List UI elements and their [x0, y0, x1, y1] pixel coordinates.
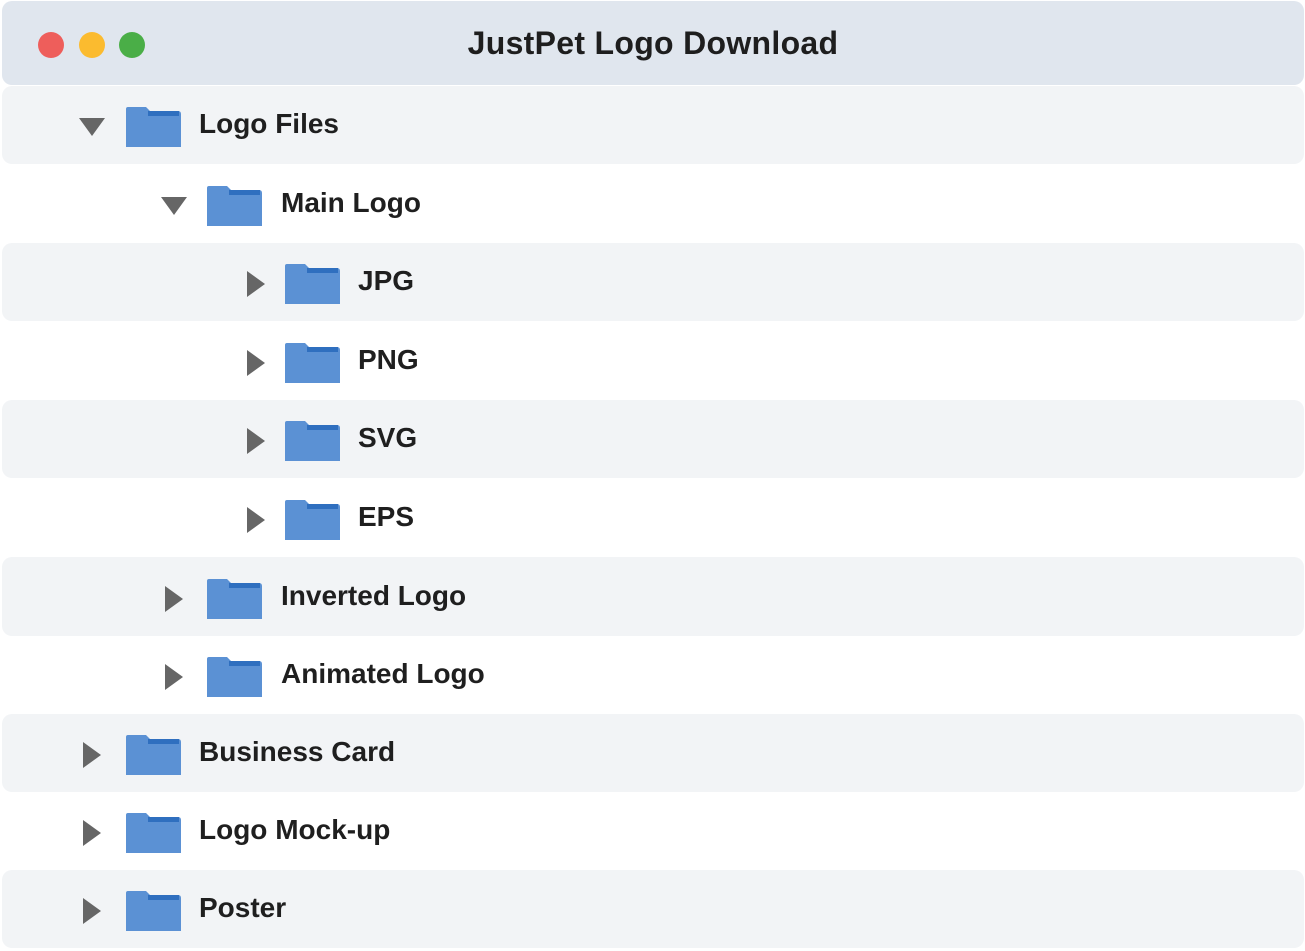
tree-item-label: Main Logo: [281, 186, 421, 218]
chevron-right-icon[interactable]: [83, 742, 101, 768]
tree-row[interactable]: [2, 636, 1304, 714]
tree-item-label: Business Card: [199, 736, 396, 767]
folder-icon: [207, 185, 262, 226]
tree-row[interactable]: [2, 321, 1304, 400]
tree-row[interactable]: [2, 714, 1304, 792]
chevron-right-icon[interactable]: [83, 898, 101, 924]
window-title: JustPet Logo Download: [467, 25, 839, 61]
folder-icon: [285, 264, 340, 304]
folder-icon: [126, 813, 181, 853]
chevron-right-icon[interactable]: [247, 349, 265, 376]
chevron-right-icon[interactable]: [165, 585, 183, 612]
tree-row[interactable]: [2, 557, 1304, 636]
tree-row[interactable]: [2, 86, 1304, 164]
tree-item-label: Animated Logo: [281, 658, 485, 689]
tree-item-label: JPG: [358, 265, 415, 296]
chevron-down-icon[interactable]: [161, 196, 187, 215]
tree-row[interactable]: [2, 243, 1304, 321]
chevron-down-icon[interactable]: [79, 118, 105, 136]
folder-icon: [207, 578, 262, 619]
file-browser-window: JustPet Logo Download Logo Files Main Log…: [0, 0, 1305, 951]
chevron-right-icon[interactable]: [247, 506, 265, 533]
folder-icon: [285, 342, 340, 383]
tree-item-label: Inverted Logo: [281, 579, 467, 611]
tree-row[interactable]: [2, 792, 1304, 870]
folder-icon: [285, 499, 340, 540]
chevron-right-icon[interactable]: [165, 664, 183, 690]
folder-icon: [126, 891, 181, 931]
folder-icon: [207, 657, 262, 697]
title-bar: JustPet Logo Download: [2, 1, 1304, 85]
tree-row[interactable]: [2, 400, 1304, 478]
chevron-right-icon[interactable]: [247, 271, 265, 297]
tree-item-label: EPS: [358, 500, 415, 532]
folder-icon: [126, 107, 181, 147]
chevron-right-icon[interactable]: [247, 428, 265, 454]
tree-item-label: SVG: [358, 422, 418, 453]
tree-row[interactable]: [2, 870, 1304, 948]
tree-row[interactable]: [2, 478, 1304, 557]
tree-row[interactable]: [2, 164, 1304, 243]
tree-item-label: Logo Files: [199, 108, 339, 139]
folder-icon: [285, 421, 340, 461]
tree-item-label: Poster: [199, 892, 287, 923]
chevron-right-icon[interactable]: [83, 820, 101, 846]
folder-icon: [126, 735, 181, 775]
tree-item-label: Logo Mock-up: [199, 814, 391, 845]
tree-item-label: PNG: [358, 343, 419, 375]
